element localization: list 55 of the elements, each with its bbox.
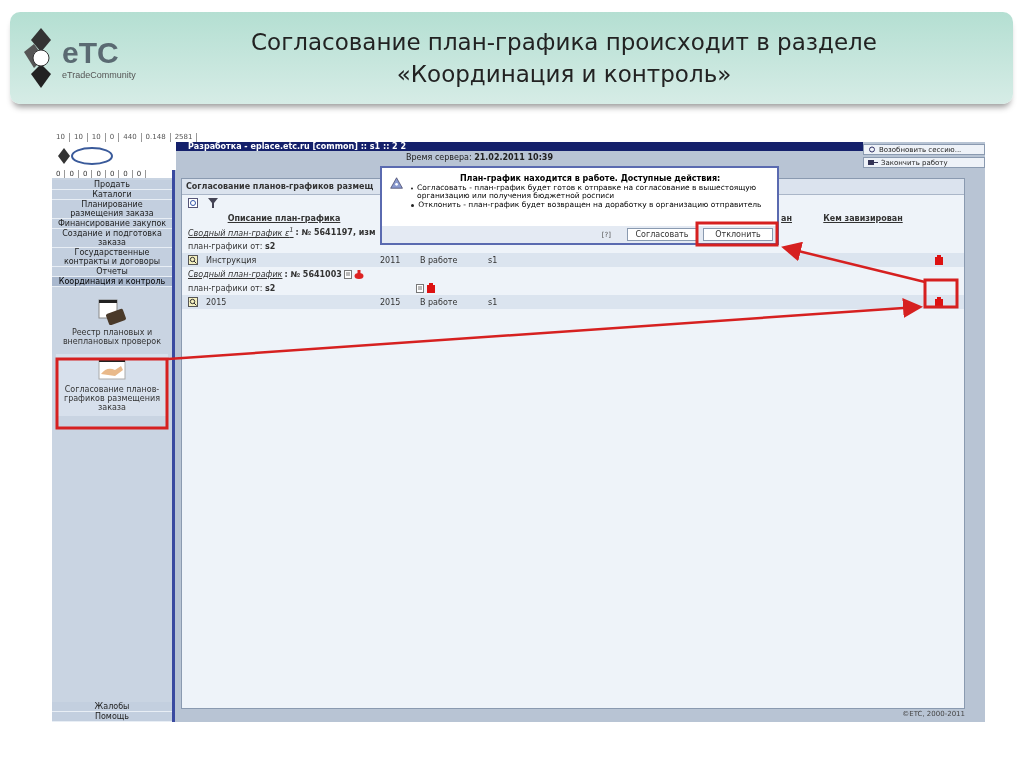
summary-link[interactable]: Сводный план-график <box>188 269 283 279</box>
dialog-button[interactable]: Согласовать <box>627 228 697 241</box>
search-icon[interactable] <box>188 255 198 265</box>
table-cell-text: В работе <box>420 297 459 307</box>
column-header: Описание план-графика <box>226 213 342 223</box>
document-icon[interactable] <box>343 269 352 279</box>
summary-link[interactable]: Сводный план-график ε$^{1}$ <box>188 226 294 238</box>
bullet-icon <box>411 204 415 207</box>
book-icon <box>97 299 127 325</box>
table-cell: 2015 <box>206 297 227 307</box>
server-time: Время сервера: 21.02.2011 10:39 <box>406 153 553 162</box>
sidebar-item[interactable]: Отчеты <box>52 267 172 277</box>
delete-icon[interactable] <box>426 283 436 293</box>
plan-number: : № 5641003 <box>284 269 342 279</box>
sidebar-item[interactable]: Помощь <box>52 712 172 722</box>
plan-number: : № 5641197, изм <box>295 227 376 237</box>
highlight-frame <box>923 278 959 309</box>
row-label: план-графики от: s2 <box>188 241 277 251</box>
sidebar-item[interactable]: Государственные контракты и договоры <box>52 248 172 267</box>
refresh-icon[interactable] <box>188 198 198 208</box>
window-title: Разработка - eplace.etc.ru [common] :: s1 :: 2 2 <box>188 142 407 151</box>
refresh-icon <box>868 146 876 153</box>
exit-icon <box>868 159 878 166</box>
filter-icon[interactable] <box>208 198 218 208</box>
column-header: ан <box>780 213 792 223</box>
sidebar-item[interactable]: Создание и подготовка заказа <box>52 229 172 248</box>
delete-icon[interactable] <box>934 297 944 307</box>
dialog-title: План-график находится в работе. Доступные действия: <box>458 174 722 183</box>
table-cell-text: s1 <box>488 255 499 265</box>
sidebar-item[interactable]: Жалобы <box>52 702 172 712</box>
document-icon[interactable] <box>416 283 424 293</box>
stamp-icon[interactable] <box>353 269 364 279</box>
row-label: план-графики от: s2 <box>188 283 277 293</box>
sidebar-item[interactable]: Каталоги <box>52 190 172 200</box>
table-cell: Инструкция <box>206 255 257 265</box>
bullet-icon <box>411 187 414 190</box>
dialog-button[interactable]: Отклонить <box>703 228 773 241</box>
column-header: Кем завизирован <box>822 213 904 223</box>
search-icon[interactable] <box>188 297 198 307</box>
table-cell-text: 2015 <box>380 297 402 307</box>
question-icon <box>390 174 404 192</box>
delete-icon[interactable] <box>934 255 944 265</box>
table-cell-text: 2011 <box>380 255 402 265</box>
sidebar-item[interactable]: Координация и контроль <box>52 277 172 287</box>
logo-text: eTC <box>62 36 120 70</box>
slide-title: Согласование план-графика происходит в разделе «Координация и контроль» <box>250 28 878 89</box>
table-cell-text: В работе <box>420 255 459 265</box>
sidebar-item[interactable]: Продать <box>52 180 172 190</box>
sidebar-tool[interactable]: Реестр плановых и внеплановых проверок <box>56 295 168 350</box>
panel-title: Согласование планов-графиков размещ <box>186 182 374 191</box>
table-cell-text: s1 <box>488 297 499 307</box>
logo-icon <box>56 146 116 166</box>
handshake-icon <box>97 358 127 382</box>
sidebar-item[interactable]: Планирование размещения заказа <box>52 200 172 219</box>
logo-tagline: eTradeCommunity <box>62 70 136 80</box>
